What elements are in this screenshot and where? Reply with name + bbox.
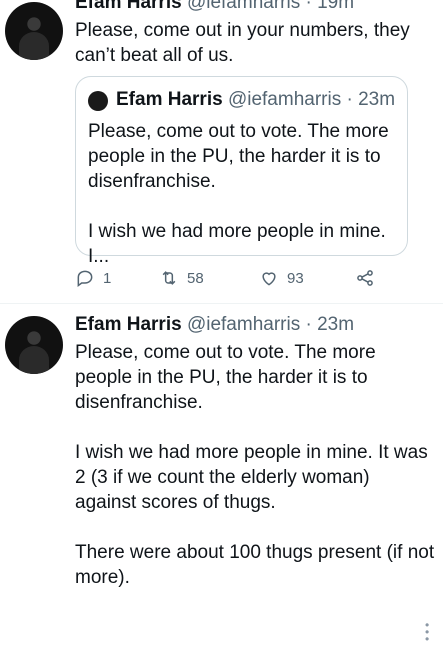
handle: @iefamharris	[227, 89, 342, 110]
reply-count: 1	[103, 269, 112, 287]
tweet-header: Efam Harris @iefamharris · 19m	[75, 0, 354, 14]
display-name: Efam Harris	[116, 89, 223, 110]
separator: ·	[346, 89, 353, 110]
display-name[interactable]: Efam Harris	[75, 0, 182, 13]
paragraph: I wish we had more people in mine. It wa…	[75, 442, 428, 513]
tweet-header: Efam Harris @iefamharris · 23m	[75, 314, 354, 336]
timestamp[interactable]: 23m	[317, 314, 354, 335]
action-bar: 1 58 93	[75, 268, 395, 296]
timestamp: 23m	[358, 89, 396, 110]
paragraph: There were about 100 thugs present (if n…	[75, 542, 435, 588]
paragraph: Please, come out to vote. The more peopl…	[88, 121, 389, 192]
reply-icon	[77, 270, 93, 287]
retweet-button[interactable]: 58	[159, 268, 204, 288]
retweet-icon	[162, 271, 176, 285]
tweet-text: Please, come out to vote. The more peopl…	[75, 340, 435, 590]
avatar[interactable]	[5, 316, 63, 374]
retweet-count: 58	[187, 269, 204, 287]
quoted-tweet-text: Please, come out to vote. The more peopl…	[88, 119, 403, 269]
handle[interactable]: @iefamharris	[187, 314, 300, 335]
like-count: 93	[287, 269, 304, 287]
quoted-tweet[interactable]: Efam Harris @iefamharris · 23m Please, c…	[75, 76, 408, 267]
share-button[interactable]	[355, 268, 375, 288]
like-icon	[262, 272, 276, 286]
paragraph: I wish we had more people in mine. I...	[88, 221, 386, 267]
quoted-tweet-header: Efam Harris @iefamharris · 23m	[116, 89, 395, 111]
reply-button[interactable]: 1	[75, 268, 111, 288]
tweet-1[interactable]: Efam Harris @iefamharris · 19m Please, c…	[0, 0, 443, 303]
share-icon	[357, 270, 373, 286]
separator: ·	[305, 0, 312, 13]
timestamp[interactable]: 19m	[317, 0, 354, 13]
tweet-2[interactable]: Efam Harris @iefamharris · 23m • • • Pleas…	[0, 304, 443, 645]
handle[interactable]: @iefamharris	[187, 0, 300, 13]
avatar[interactable]	[5, 2, 63, 60]
separator: ·	[305, 314, 312, 335]
paragraph: Please, come out to vote. The more peopl…	[75, 342, 376, 413]
tweet-text: Please, come out in your numbers, they c…	[75, 20, 410, 66]
avatar	[88, 91, 108, 111]
display-name[interactable]: Efam Harris	[75, 314, 182, 335]
like-button[interactable]: 93	[259, 268, 304, 288]
more-icon[interactable]: • • •	[425, 619, 431, 645]
